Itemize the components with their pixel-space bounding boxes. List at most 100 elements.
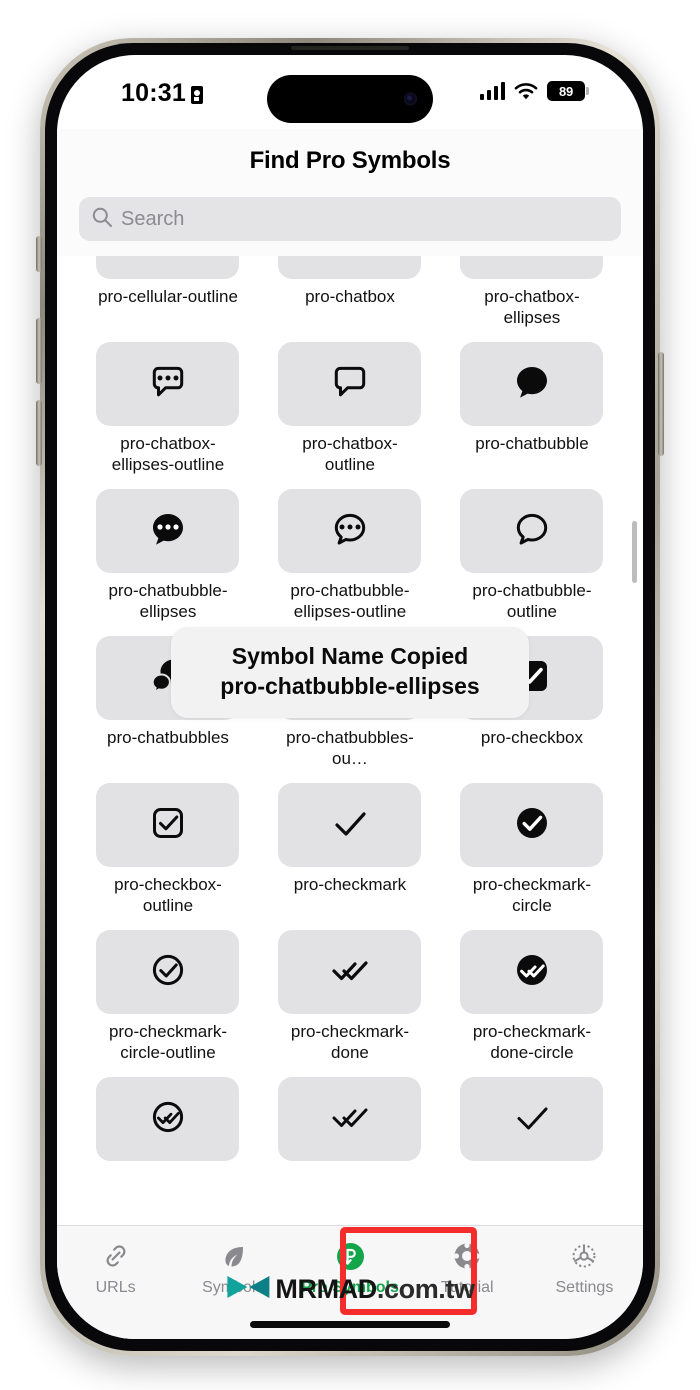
checkmark-done-icon: [328, 948, 372, 997]
symbol-cell[interactable]: [441, 1077, 623, 1168]
symbol-name-label: pro-checkmark-done: [290, 1022, 410, 1062]
symbol-tile[interactable]: [460, 783, 604, 867]
symbol-cell[interactable]: pro-checkmark-circle: [441, 783, 623, 916]
watermark: MRMAD.com.tw: [225, 1272, 475, 1307]
symbol-name-label: pro-chatbubbles: [107, 728, 229, 747]
symbol-cell[interactable]: pro-chatbubble-ellipses-outline: [259, 489, 441, 622]
checkmark-done-outline-icon: [328, 1095, 372, 1144]
symbol-name-label: pro-cellular-outline: [98, 287, 238, 306]
symbol-tile[interactable]: [96, 342, 240, 426]
symbol-name-label: pro-checkbox-outline: [114, 875, 222, 915]
symbol-cell[interactable]: pro-chatbox-ellipses-outline: [77, 342, 259, 475]
symbol-name-label: pro-chatbubble: [475, 434, 589, 453]
watermark-text-rest: .com.tw: [376, 1274, 475, 1304]
toast-title: Symbol Name Copied: [231, 643, 469, 669]
symbol-name-label: pro-chatbox-outline: [302, 434, 398, 474]
symbol-tile[interactable]: [96, 1077, 240, 1161]
symbol-name-label: pro-checkmark-done-circle: [472, 1022, 591, 1062]
symbol-name-label: pro-chatbubble-ellipses: [108, 581, 228, 621]
checkmark-circle-outline-icon: [146, 948, 190, 997]
checkmark-done-circle-outline-icon: [146, 1095, 190, 1144]
front-camera-icon: [404, 92, 417, 106]
dynamic-island: [267, 75, 433, 123]
watermark-text: MRMAD.com.tw: [275, 1274, 475, 1305]
symbol-name-label: pro-chatbubbles-ou…: [286, 728, 414, 768]
symbol-cell[interactable]: pro-chatbubble-outline: [441, 489, 623, 622]
tab-label: URLs: [95, 1279, 136, 1296]
chatbubble-ellipses-outline-icon: [328, 507, 372, 556]
symbol-tile[interactable]: [278, 342, 422, 426]
phone-screen: pro-cellular-outline pro-chatbox pro-chatb…: [57, 55, 643, 1339]
symbol-cell[interactable]: pro-chatbubble: [441, 342, 623, 475]
chatbox-outline-icon: [328, 360, 372, 409]
leaf-icon: [218, 1240, 248, 1272]
symbol-cell[interactable]: pro-chatbox-outline: [259, 342, 441, 475]
cellular-signal-icon: [479, 82, 505, 100]
power-button[interactable]: [658, 352, 664, 456]
chatbox-ellipses-outline-icon: [146, 360, 190, 409]
mute-switch[interactable]: [36, 236, 42, 272]
symbol-tile[interactable]: [96, 783, 240, 867]
symbol-tile[interactable]: [278, 783, 422, 867]
symbol-name-label: pro-checkmark: [293, 875, 407, 894]
header-divider: [57, 241, 643, 256]
link-icon: [101, 1240, 131, 1272]
symbol-tile[interactable]: [460, 342, 604, 426]
home-indicator[interactable]: [250, 1321, 450, 1328]
symbol-tile[interactable]: [278, 489, 422, 573]
symbol-tile[interactable]: [278, 930, 422, 1014]
chatbubble-outline-icon: [510, 507, 554, 556]
screenshot-root: pro-cellular-outline pro-chatbox pro-chatb…: [0, 0, 700, 1390]
chatbubble-filled-icon: [510, 360, 554, 409]
symbol-cell[interactable]: pro-checkmark: [259, 783, 441, 916]
checkmark-sharp-icon: [510, 1095, 554, 1144]
checkbox-outline-icon: [146, 801, 190, 850]
status-bar-left: 10:31: [121, 79, 203, 108]
search-field[interactable]: Search: [79, 197, 621, 241]
lock-portrait-icon: [190, 85, 203, 104]
mrmad-logo-icon: [225, 1272, 271, 1307]
page-title: Find Pro Symbols: [249, 147, 451, 174]
symbol-name-label: pro-checkmark-circle-outline: [108, 1022, 228, 1062]
symbol-name-label: pro-chatbubble-outline: [472, 581, 592, 621]
symbol-tile[interactable]: [278, 1077, 422, 1161]
nav-header: Find Pro Symbols Search: [57, 129, 643, 256]
symbol-tile[interactable]: [96, 930, 240, 1014]
tab-urls[interactable]: URLs: [57, 1240, 174, 1297]
checkmark-done-circle-filled-icon: [510, 948, 554, 997]
gear-icon: [569, 1240, 599, 1272]
symbol-grid-scroll-area[interactable]: pro-cellular-outline pro-chatbox pro-chatb…: [57, 129, 643, 1339]
chatbubble-ellipses-filled-icon: [146, 507, 190, 556]
symbol-tile[interactable]: [460, 489, 604, 573]
checkmark-circle-filled-icon: [510, 801, 554, 850]
search-icon: [91, 206, 113, 233]
symbol-name-label: pro-checkbox: [480, 728, 583, 747]
symbol-name-label: pro-chatbox-ellipses-outline: [111, 434, 225, 474]
symbol-tile[interactable]: [460, 930, 604, 1014]
search-placeholder: Search: [121, 207, 185, 230]
scrollbar-thumb[interactable]: [632, 521, 637, 583]
symbol-tile[interactable]: [460, 1077, 604, 1161]
symbol-cell[interactable]: pro-checkmark-done-circle: [441, 930, 623, 1063]
symbol-cell[interactable]: pro-checkmark-circle-outline: [77, 930, 259, 1063]
symbol-name-label: pro-chatbubble-ellipses-outline: [290, 581, 410, 621]
symbol-cell[interactable]: pro-chatbubble-ellipses: [77, 489, 259, 622]
toast-symbol-name: pro-chatbubble-ellipses: [220, 673, 480, 699]
tab-settings[interactable]: Settings: [526, 1240, 643, 1297]
checkmark-icon: [328, 801, 372, 850]
symbol-cell[interactable]: pro-checkmark-done: [259, 930, 441, 1063]
earpiece-speaker: [291, 46, 409, 50]
symbol-cell[interactable]: [77, 1077, 259, 1168]
symbol-name-label: pro-chatbox-ellipses: [484, 287, 580, 327]
tab-label: Settings: [555, 1279, 614, 1296]
volume-down-button[interactable]: [36, 400, 42, 466]
symbol-name-label: pro-chatbox: [305, 287, 395, 306]
symbol-cell[interactable]: pro-checkbox-outline: [77, 783, 259, 916]
symbol-tile[interactable]: [96, 489, 240, 573]
battery-indicator: 89: [547, 81, 589, 101]
symbol-name-label: pro-checkmark-circle: [472, 875, 591, 915]
symbol-cell[interactable]: [259, 1077, 441, 1168]
wifi-icon: [514, 82, 538, 100]
volume-up-button[interactable]: [36, 318, 42, 384]
battery-percent-label: 89: [558, 83, 574, 99]
